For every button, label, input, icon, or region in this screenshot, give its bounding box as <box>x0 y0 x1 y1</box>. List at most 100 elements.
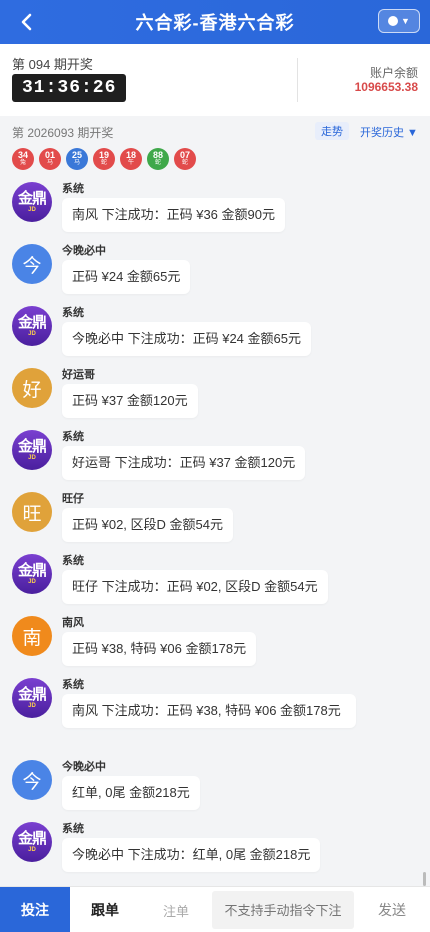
chat-message: 今今晚必中红单, 0尾 金额218元 <box>12 756 412 814</box>
trend-button[interactable]: 走势 <box>315 122 349 140</box>
page-title: 六合彩-香港六合彩 <box>135 13 295 33</box>
system-logo-avatar: 金鼎 JD <box>12 822 52 862</box>
bet-record-tab[interactable]: 注单 <box>140 887 212 932</box>
bottom-action-bar: 投注 跟单 注单 发送 <box>0 886 430 932</box>
message-bubble: 南风 下注成功：正码 ¥36 金额90元 <box>62 198 285 232</box>
message-sender: 好运哥 <box>62 369 95 381</box>
ball-zodiac: 马 <box>73 160 80 166</box>
message-sender: 系统 <box>62 431 84 443</box>
lottery-switch-icon <box>388 16 399 26</box>
follow-tab[interactable]: 跟单 <box>70 887 140 932</box>
balance-value: 1096653.38 <box>354 80 418 94</box>
result-ball: 25 马 <box>66 148 88 170</box>
logo-subtext: JD <box>28 330 36 337</box>
bet-chat-feed[interactable]: 金鼎 JD 系统 南风 下注成功：正码 ¥36 金额90元今今晚必中 正码 ¥24 金额… <box>0 178 430 886</box>
avatar: 今 <box>12 244 52 284</box>
last-period-label: 第 2026093 期开奖 <box>12 126 114 140</box>
ball-number: 01 <box>44 150 55 160</box>
chat-message: 南南风正码 ¥38, 特码 ¥06 金额178元 <box>12 612 412 670</box>
message-sender: 旺仔 <box>62 493 84 505</box>
message-sender: 系统 <box>62 555 84 567</box>
chat-message: 金鼎 JD 系统好运哥 下注成功：正码 ¥37 金额120元 <box>12 426 412 484</box>
ball-zodiac: 午 <box>127 160 134 166</box>
ball-number: 88 <box>152 150 163 160</box>
message-sender: 系统 <box>62 307 84 319</box>
ball-zodiac: 蛇 <box>181 160 188 166</box>
message-sender: 系统 <box>62 679 84 691</box>
logo-subtext: JD <box>28 846 36 853</box>
avatar: 今 <box>12 760 52 800</box>
scrollbar[interactable] <box>423 872 426 886</box>
logo-text: 金鼎 <box>17 437 47 455</box>
message-sender: 系统 <box>62 183 84 195</box>
logo-text: 金鼎 <box>17 685 47 703</box>
avatar: 旺 <box>12 492 52 532</box>
message-bubble: 红单, 0尾 金额218元 <box>62 776 200 810</box>
logo-text: 金鼎 <box>17 561 47 579</box>
chat-message: 今今晚必中正码 ¥24 金额65元 <box>12 240 412 298</box>
send-button[interactable]: 发送 <box>354 887 430 932</box>
chat-message: 金鼎 JD 系统今晚必中 下注成功：正码 ¥24 金额65元 <box>12 302 412 360</box>
ball-zodiac: 马 <box>46 160 53 166</box>
chat-message: 金鼎 JD 系统南风 下注成功：正码 ¥36 金额90元 <box>12 178 412 236</box>
logo-subtext: JD <box>28 578 36 585</box>
system-logo-avatar: 金鼎 JD <box>12 678 52 718</box>
caret-down-icon: ▼ <box>401 16 410 26</box>
logo-subtext: JD <box>28 454 36 461</box>
chat-message: 旺旺仔正码 ¥02, 区段D 金额54元 <box>12 488 412 546</box>
message-sender: 今晚必中 <box>62 245 106 257</box>
divider <box>297 58 298 102</box>
bet-tab[interactable]: 投注 <box>0 887 70 932</box>
ball-zodiac: 兔 <box>19 160 26 166</box>
result-ball: 01 马 <box>39 148 61 170</box>
result-ball: 19 蛇 <box>93 148 115 170</box>
current-period-label: 第 094 期开奖 <box>12 57 93 72</box>
ball-number: 19 <box>98 150 109 160</box>
last-draw-panel: 第 2026093 期开奖 走势 开奖历史 ▼ 34 兔 01 马 25 马 19 蛇 18 午 8… <box>0 116 430 178</box>
command-input[interactable] <box>212 891 354 929</box>
message-sender: 南风 <box>62 617 84 629</box>
chevron-left-icon <box>21 13 32 31</box>
avatar: 南 <box>12 616 52 656</box>
logo-text: 金鼎 <box>17 829 47 847</box>
ball-number: 34 <box>17 150 28 160</box>
message-bubble: 旺仔 下注成功：正码 ¥02, 区段D 金额54元 <box>62 570 328 604</box>
system-logo-avatar: 金鼎 JD <box>12 430 52 470</box>
balance-label: 账户余额 <box>369 66 418 80</box>
message-sender: 今晚必中 <box>62 761 106 773</box>
draw-info-panel: 第 094 期开奖 31:36:26 账户余额 1096653.38 <box>0 44 430 116</box>
chat-message: 金鼎 JD 系统南风 下注成功：正码 ¥38, 特码 ¥06 金额178元 <box>12 674 412 754</box>
result-ball: 18 午 <box>120 148 142 170</box>
countdown-timer: 31:36:26 <box>12 74 127 102</box>
logo-subtext: JD <box>28 206 36 213</box>
system-logo-avatar: 金鼎 JD <box>12 306 52 346</box>
system-logo-avatar: 金鼎 JD <box>12 554 52 594</box>
result-ball: 07 蛇 <box>174 148 196 170</box>
chat-message: 好好运哥正码 ¥37 金额120元 <box>12 364 412 422</box>
message-bubble: 好运哥 下注成功：正码 ¥37 金额120元 <box>62 446 306 480</box>
top-navbar: 六合彩-香港六合彩 ▼ <box>0 0 430 44</box>
system-logo-avatar: 金鼎 JD <box>12 182 52 222</box>
message-bubble: 正码 ¥38, 特码 ¥06 金额178元 <box>62 632 257 666</box>
back-button[interactable] <box>12 8 40 36</box>
chat-message: 金鼎 JD 系统旺仔 下注成功：正码 ¥02, 区段D 金额54元 <box>12 550 412 608</box>
draw-history-button[interactable]: 开奖历史 ▼ <box>360 124 418 140</box>
message-bubble: 南风 下注成功：正码 ¥38, 特码 ¥06 金额178元 <box>62 694 356 728</box>
ball-number: 07 <box>179 150 190 160</box>
message-bubble: 今晚必中 下注成功：正码 ¥24 金额65元 <box>62 322 311 356</box>
ball-zodiac: 蛇 <box>154 160 161 166</box>
message-bubble: 正码 ¥02, 区段D 金额54元 <box>62 508 233 542</box>
ball-number: 18 <box>125 150 136 160</box>
result-ball: 88 蛇 <box>147 148 169 170</box>
message-bubble: 正码 ¥24 金额65元 <box>62 260 191 294</box>
lottery-switch-button[interactable]: ▼ <box>378 9 420 33</box>
message-bubble: 正码 ¥37 金额120元 <box>62 384 198 418</box>
message-bubble: 今晚必中 下注成功：红单, 0尾 金额218元 <box>62 838 321 872</box>
chat-message: 金鼎 JD 系统 今晚必中 下注成功：红单, 0尾 金额218元 <box>12 818 412 876</box>
logo-text: 金鼎 <box>17 313 47 331</box>
ball-zodiac: 蛇 <box>100 160 107 166</box>
logo-text: 金鼎 <box>17 189 47 207</box>
avatar: 好 <box>12 368 52 408</box>
ball-number: 25 <box>71 150 82 160</box>
result-balls: 34 兔 01 马 25 马 19 蛇 18 午 88 蛇 07 蛇 <box>12 148 196 170</box>
